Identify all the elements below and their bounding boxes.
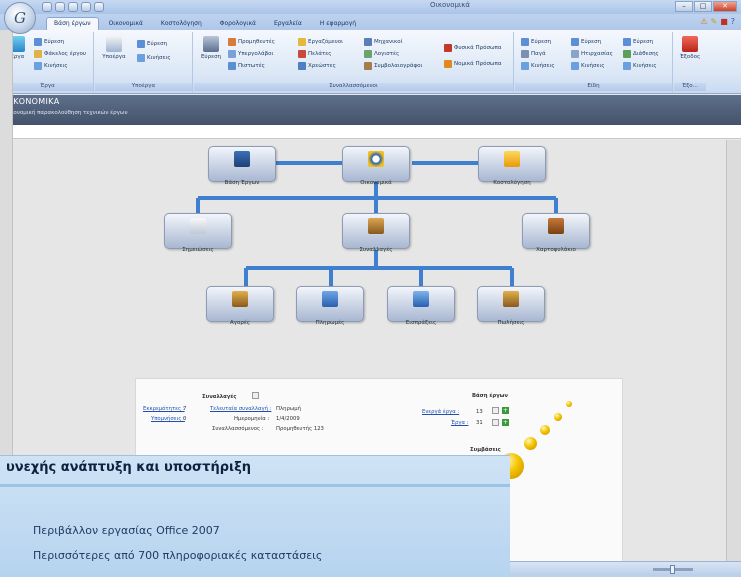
app-window: Οικονομικά – □ ✕ G Βάση έργων Οικονομικά… <box>0 0 741 577</box>
decor-ball-3 <box>540 425 550 435</box>
erga-link[interactable]: Έργα : <box>451 420 468 426</box>
costing-logo-icon <box>504 151 520 167</box>
synallassomenos-label: Συναλλασσόμενος : <box>212 426 264 432</box>
database-icon <box>234 151 250 167</box>
vasi-ergon-heading: Βάση έργων <box>472 393 508 399</box>
node-xartofylakio[interactable]: Χαρτοφυλάκιο <box>522 213 590 253</box>
finance-logo-icon <box>368 151 384 167</box>
office-orb-button[interactable]: G <box>4 2 36 34</box>
payments-icon <box>322 291 338 307</box>
edit-active-icon[interactable] <box>492 407 499 414</box>
node-poliseis[interactable]: Πωλήσεις <box>477 286 545 326</box>
orb-letter: G <box>14 9 26 27</box>
ypomniseis-link[interactable]: Υπομνήσεις : <box>151 416 185 422</box>
node-synallages[interactable]: Συναλλαγές <box>342 213 410 253</box>
erga-value: 31 <box>476 420 483 426</box>
energa-link[interactable]: Ενεργά έργα : <box>422 409 459 415</box>
imerominia-label: Ημερομηνία : <box>234 416 270 422</box>
teleutaia-value: Πληρωμή <box>276 406 301 412</box>
status-bar <box>510 561 741 577</box>
banner-divider <box>0 484 510 487</box>
notes-icon <box>190 218 206 234</box>
banner-line-1: Περιβάλλον εργασίας Office 2007 <box>33 524 220 537</box>
node-kostologisi[interactable]: Κοστολόγηση <box>478 146 546 186</box>
ekkremotites-link[interactable]: Εκκρεμότητες : <box>143 406 185 412</box>
node-vasi-ergon[interactable]: Βάση Έργων <box>208 146 276 186</box>
imerominia-value: 1/4/2009 <box>276 416 300 422</box>
teleutaia-link[interactable]: Τελευταία συναλλαγή : <box>210 406 271 412</box>
decor-ball-1 <box>566 401 572 407</box>
energa-value: 13 <box>476 409 483 415</box>
decor-ball-2 <box>554 413 562 421</box>
add-active-icon[interactable]: + <box>502 407 509 414</box>
ekkremotites-value: 7 <box>183 406 187 412</box>
receipts-icon <box>413 291 429 307</box>
open-transactions-icon[interactable] <box>252 392 259 399</box>
node-simeioseis[interactable]: Σημειώσεις <box>164 213 232 253</box>
banner-line-2: Περισσότερες από 700 πληροφοριακές κατασ… <box>33 549 323 562</box>
edit-projects-icon[interactable] <box>492 419 499 426</box>
symvaseis-heading: Συμβάσεις <box>470 447 501 453</box>
sales-icon <box>503 291 519 307</box>
synallassomenos-value: Προμηθευτής 123 <box>276 426 324 432</box>
decor-ball-4 <box>524 437 537 450</box>
add-project-icon[interactable]: + <box>502 419 509 426</box>
zoom-slider-knob[interactable] <box>670 565 675 574</box>
synallages-heading: Συναλλαγές <box>202 394 237 400</box>
promo-banner: υνεχής ανάπτυξη και υποστήριξη Περιβάλλο… <box>0 455 510 577</box>
ypomniseis-value: 0 <box>183 416 187 422</box>
node-pliromes[interactable]: Πληρωμές <box>296 286 364 326</box>
node-oikonomika[interactable]: Οικονομικά <box>342 146 410 186</box>
portfolio-icon <box>548 218 564 234</box>
node-agores[interactable]: Αγορές <box>206 286 274 326</box>
purchases-icon <box>232 291 248 307</box>
node-eispraxeis[interactable]: Εισπράξεις <box>387 286 455 326</box>
transactions-icon <box>368 218 384 234</box>
banner-title: υνεχής ανάπτυξη και υποστήριξη <box>6 460 252 475</box>
